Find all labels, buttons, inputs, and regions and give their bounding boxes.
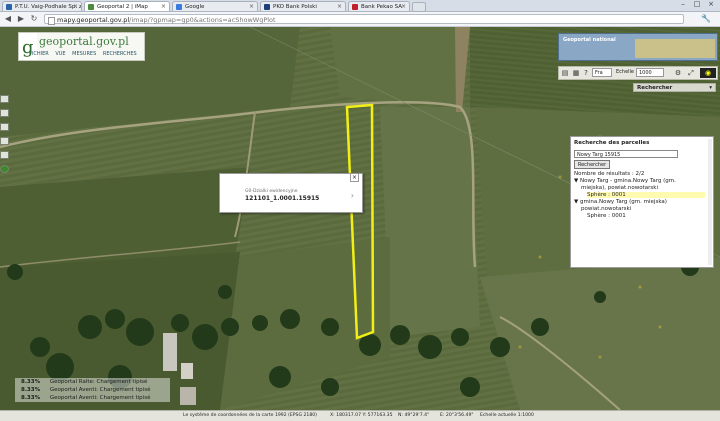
results-count: Nombre de résultats : 2/2 <box>574 171 645 177</box>
result-2-sphere[interactable]: Sphère : 0001 <box>587 213 626 219</box>
site-favicon-icon <box>352 4 358 10</box>
tab-close-icon[interactable]: × <box>161 2 166 11</box>
loading-text: Geoportal Ralte: Chargement tipisé <box>49 379 148 385</box>
check-icon: ✓ <box>20 378 26 385</box>
tab-close-icon[interactable]: × <box>401 2 406 11</box>
collapse-icon[interactable]: ▾ <box>709 84 712 93</box>
tab-google[interactable]: Google × <box>172 1 258 11</box>
map-control-bar: ▤ ▦ ? Fra Echelle 1000 ⚙ ⤢ ◉ <box>558 66 718 80</box>
national-geoportal-label: Geoportal national <box>563 37 616 43</box>
result-1-sphere[interactable]: Sphère : 0001 <box>587 192 705 198</box>
status-bar: Le système de coordonnées de la carte 19… <box>0 410 720 421</box>
forward-arrow-icon[interactable]: ▶ <box>16 14 26 24</box>
print-icon[interactable]: ▤ <box>561 69 569 77</box>
close-window-icon[interactable]: × <box>704 0 718 9</box>
zoom-out-icon[interactable] <box>0 123 9 131</box>
reload-icon[interactable]: ↻ <box>29 14 39 24</box>
site-favicon-icon <box>6 4 12 10</box>
language-select[interactable]: Fra <box>592 68 612 77</box>
popup-subtitle: G0-Dzialki ewidencyjne <box>245 189 298 194</box>
page-icon <box>48 17 55 25</box>
check-icon: ✓ <box>20 386 26 393</box>
layer-status-icon[interactable] <box>0 165 9 173</box>
tab-pekao[interactable]: Bank Pekao SA × <box>348 1 410 11</box>
zoom-in-icon[interactable] <box>0 109 9 117</box>
parcel-search-title: Recherche des parcelles <box>574 140 650 146</box>
result-1-subtitle: miejska), powiat.nowotarski <box>581 185 659 191</box>
info-icon[interactable] <box>0 151 9 159</box>
new-tab-button[interactable] <box>412 2 426 12</box>
close-icon[interactable]: × <box>350 173 359 182</box>
save-icon[interactable]: ▦ <box>572 69 580 77</box>
tab-close-icon[interactable]: × <box>73 2 78 11</box>
left-map-tools <box>0 95 9 185</box>
eye-icon[interactable]: ◉ <box>700 68 716 78</box>
tab-close-icon[interactable]: × <box>249 2 254 11</box>
menu-recherches[interactable]: RECHERCHES <box>103 51 137 57</box>
tab-ptu[interactable]: P.T.U. Vaig-Podhale Sp. z × <box>2 1 82 11</box>
gear-icon[interactable]: ⚙ <box>674 69 682 77</box>
tab-title: Geoportal 2 | iMap <box>97 4 148 10</box>
address-path: /imap/?gpmap=gp0&actions=acShowWgPlot <box>129 16 276 24</box>
scrollbar[interactable] <box>708 139 712 265</box>
minimize-icon[interactable]: – <box>676 0 690 9</box>
address-host: mapy.geoportal.gov.pl <box>57 16 130 24</box>
national-geoportal-panel[interactable]: Geoportal national <box>558 33 718 61</box>
menu-vue[interactable]: VUE <box>55 51 65 57</box>
search-panel-header[interactable]: Rechercher ▾ <box>633 83 716 92</box>
tab-close-icon[interactable]: × <box>337 2 342 11</box>
site-favicon-icon <box>88 4 94 10</box>
parcel-search-button[interactable]: Rechercher <box>574 160 610 169</box>
result-2-title[interactable]: ▼ gmina.Nowy Targ (gm. miejska) <box>574 199 667 205</box>
address-bar[interactable]: mapy.geoportal.gov.pl/imap/?gpmap=gp0&ac… <box>44 14 684 25</box>
overview-map-thumbnail[interactable] <box>635 39 715 58</box>
site-favicon-icon <box>176 4 182 10</box>
site-brand-text: geoportal.gov.pl <box>39 35 129 48</box>
loading-text: Geoportal Aventi: Chargement tipisé <box>49 395 151 401</box>
loading-row: ✓ 8.33% Geoportal Aventi: Chargement tip… <box>20 386 151 394</box>
browser-tab-bar: P.T.U. Vaig-Podhale Sp. z × Geoportal 2 … <box>0 0 720 12</box>
parcel-search-input[interactable]: Nowy Targ 15915 <box>574 150 678 158</box>
tab-title: Google <box>185 4 205 10</box>
geoportal-header: g geoportal.gov.pl FICHIER VUE MESURES R… <box>18 32 145 61</box>
parcel-search-window: Recherche des parcelles Nowy Targ 15915 … <box>570 136 714 268</box>
site-favicon-icon <box>264 4 270 10</box>
check-icon: ✓ <box>20 394 26 401</box>
result-1-title[interactable]: ▼ Nowy Targ - gmina.Nowy Targ (gm. <box>574 178 676 184</box>
menu-fichier[interactable]: FICHIER <box>29 51 49 57</box>
scale-input[interactable]: 1000 <box>636 68 664 77</box>
app-menu: FICHIER VUE MESURES RECHERCHES <box>29 51 142 57</box>
chevron-right-icon[interactable]: › <box>351 191 354 200</box>
search-panel-title: Rechercher <box>637 85 673 91</box>
browser-toolbar: ◀ ▶ ↻ mapy.geoportal.gov.pl/imap/?gpmap=… <box>0 12 720 27</box>
help-icon[interactable]: ? <box>582 69 590 77</box>
measure-icon[interactable] <box>0 137 9 145</box>
loading-status-panel: ✓ 8.33% Geoportal Ralte: Chargement tipi… <box>15 378 170 402</box>
loading-text: Geoportal Aventi: Chargement tipisé <box>49 387 151 393</box>
wrench-menu-icon[interactable]: 🔧 <box>700 14 712 24</box>
result-2-subtitle: powiat.nowotarski <box>581 206 632 212</box>
menu-mesures[interactable]: MESURES <box>72 51 96 57</box>
expand-icon[interactable]: ⤢ <box>687 69 695 77</box>
maximize-icon[interactable]: □ <box>690 0 704 9</box>
tab-title: Bank Pekao SA <box>361 4 402 10</box>
tab-pko[interactable]: PKO Bank Polski × <box>260 1 346 11</box>
loading-row: ✓ 8.33% Geoportal Aventi: Chargement tip… <box>20 394 151 402</box>
tab-title: PKO Bank Polski <box>273 4 317 10</box>
pan-icon[interactable] <box>0 95 9 103</box>
tab-title: P.T.U. Vaig-Podhale Sp. z <box>15 4 82 10</box>
scale-label: Echelle <box>616 69 635 75</box>
popup-parcel-id[interactable]: 121101_1.0001.15915 <box>245 195 319 202</box>
loading-row: ✓ 8.33% Geoportal Ralte: Chargement tipi… <box>20 378 148 386</box>
back-arrow-icon[interactable]: ◀ <box>3 14 13 24</box>
tab-geoportal[interactable]: Geoportal 2 | iMap × <box>84 1 170 11</box>
parcel-info-popup: × G0-Dzialki ewidencyjne 121101_1.0001.1… <box>219 173 363 213</box>
